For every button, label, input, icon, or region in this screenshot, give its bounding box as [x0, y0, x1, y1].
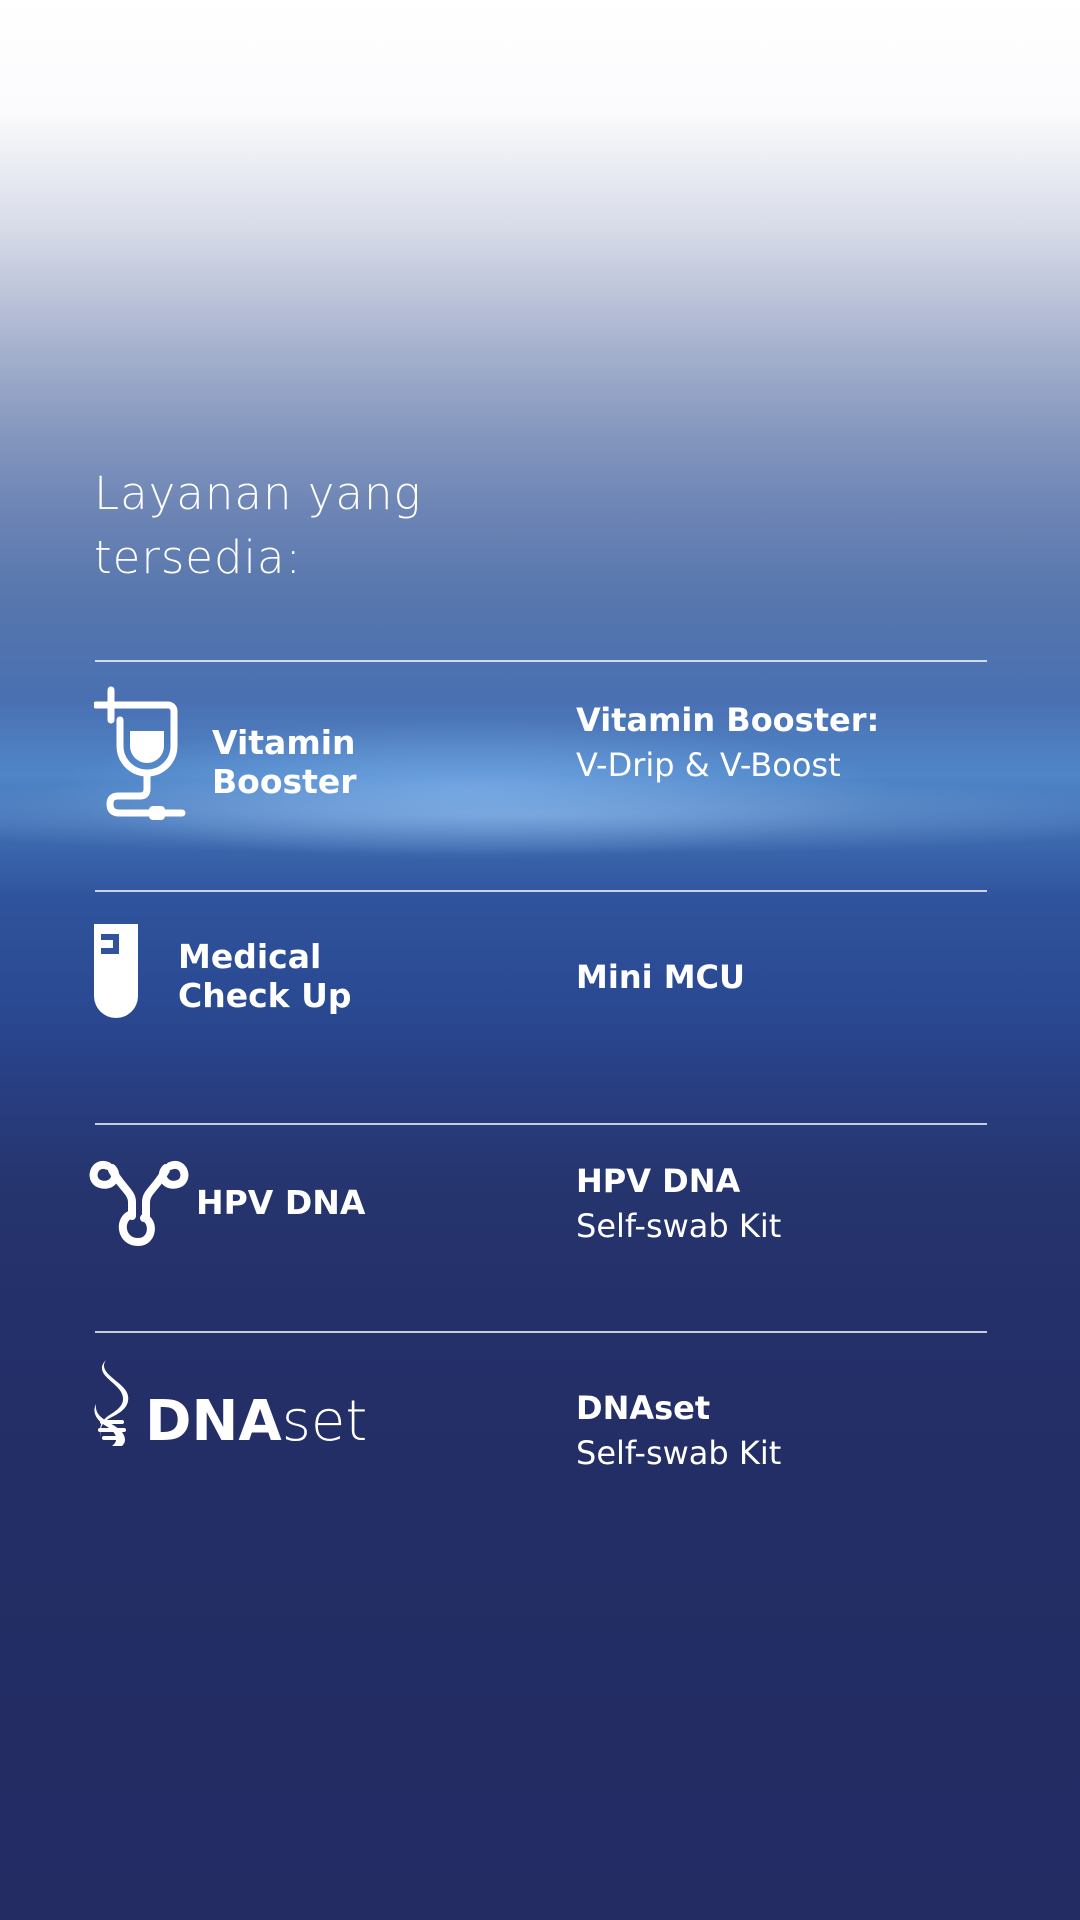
- iv-drip-icon: [94, 686, 186, 820]
- service-label: Medical Check Up: [178, 937, 352, 1015]
- service-label: HPV DNA: [196, 1183, 365, 1222]
- service-subtitle: Self-swab Kit: [576, 1207, 782, 1245]
- divider: [95, 1123, 987, 1125]
- service-subtitle: Self-swab Kit: [576, 1434, 782, 1472]
- service-label: Vitamin Booster: [212, 723, 357, 801]
- service-label-line-2: Check Up: [178, 976, 352, 1015]
- divider: [95, 890, 987, 892]
- dnaset-logo-light: set: [281, 1389, 368, 1454]
- service-title: HPV DNA: [576, 1162, 741, 1200]
- section-heading-line-2: tersedia:: [94, 531, 302, 584]
- divider: [95, 1331, 987, 1333]
- service-subtitle: V-Drip & V-Boost: [576, 746, 841, 784]
- service-title: Vitamin Booster:: [576, 701, 880, 739]
- section-heading-line-1: Layanan yang: [94, 467, 422, 520]
- section-heading: Layanan yang tersedia:: [94, 462, 594, 590]
- dnaset-logo-bold: DNA: [145, 1389, 282, 1454]
- uterus-icon: [89, 1160, 189, 1246]
- service-label-line-2: Booster: [212, 762, 357, 801]
- service-title: DNAset: [576, 1389, 711, 1427]
- service-title: Mini MCU: [576, 958, 746, 996]
- service-label-line-1: Medical: [178, 937, 322, 976]
- dna-helix-icon: [94, 1360, 129, 1446]
- service-label-line-1: HPV DNA: [196, 1183, 366, 1222]
- test-tube-icon: [94, 924, 138, 1018]
- dnaset-logo: DNAset: [145, 1390, 367, 1454]
- service-label-line-1: Vitamin: [212, 723, 356, 762]
- divider: [95, 660, 987, 662]
